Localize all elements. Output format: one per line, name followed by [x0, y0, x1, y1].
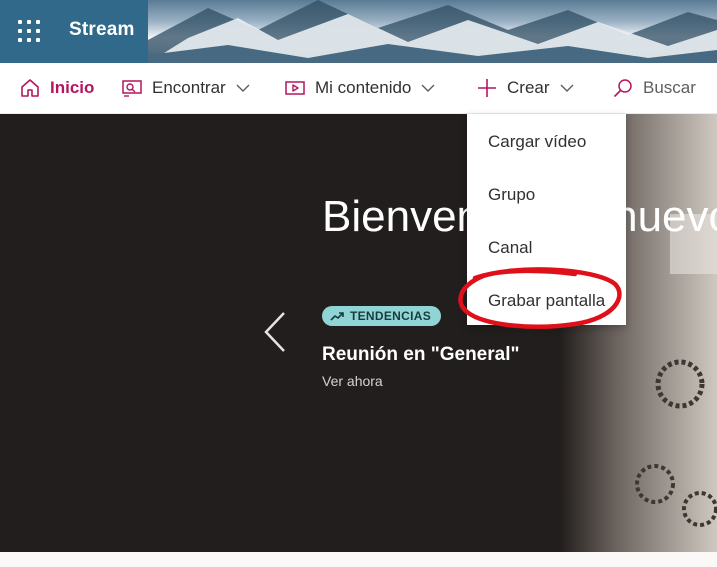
create-dropdown-menu: Cargar vídeo Grupo Canal Grabar pantalla: [467, 114, 626, 325]
nav-find-label: Encontrar: [152, 78, 226, 97]
nav-create-label: Crear: [507, 78, 550, 97]
trending-badge: TENDENCIAS: [322, 306, 442, 326]
find-icon: [122, 80, 142, 97]
watch-now-link[interactable]: Ver ahora: [322, 373, 383, 389]
home-icon: [21, 79, 39, 97]
nav-home-label: Inicio: [50, 78, 95, 97]
app-brand: Stream: [0, 0, 148, 63]
nav-create[interactable]: Crear: [476, 63, 574, 113]
nav-my-content[interactable]: Mi contenido: [284, 63, 435, 113]
top-banner: Stream: [0, 0, 717, 63]
menu-item-upload-video[interactable]: Cargar vídeo: [488, 132, 586, 152]
app-launcher-icon[interactable]: [18, 20, 40, 42]
nav-home[interactable]: Inicio: [19, 63, 94, 113]
nav-find[interactable]: Encontrar: [121, 63, 250, 113]
trending-badge-label: TENDENCIAS: [350, 309, 432, 323]
nav-my-content-label: Mi contenido: [315, 78, 412, 97]
trending-icon: [330, 312, 344, 321]
page-bottom: [0, 552, 717, 567]
menu-item-channel[interactable]: Canal: [488, 238, 532, 258]
search-box[interactable]: Buscar: [612, 63, 696, 113]
app-name[interactable]: Stream: [69, 19, 135, 41]
menu-item-record-screen[interactable]: Grabar pantalla: [488, 291, 605, 311]
search-placeholder: Buscar: [643, 78, 696, 97]
menu-item-group[interactable]: Grupo: [488, 185, 535, 205]
banner-mountain-image: [148, 0, 717, 63]
plus-icon: [478, 79, 496, 97]
search-icon: [613, 79, 632, 98]
chevron-down-icon: [560, 84, 574, 92]
chevron-down-icon: [421, 84, 435, 92]
nav-bar: Inicio Encontrar Mi contenido Crear Busc…: [0, 63, 717, 114]
chevron-left-icon[interactable]: [262, 310, 288, 354]
video-icon: [285, 81, 305, 95]
featured-video-title[interactable]: Reunión en "General": [322, 344, 520, 366]
chevron-down-icon: [236, 84, 250, 92]
